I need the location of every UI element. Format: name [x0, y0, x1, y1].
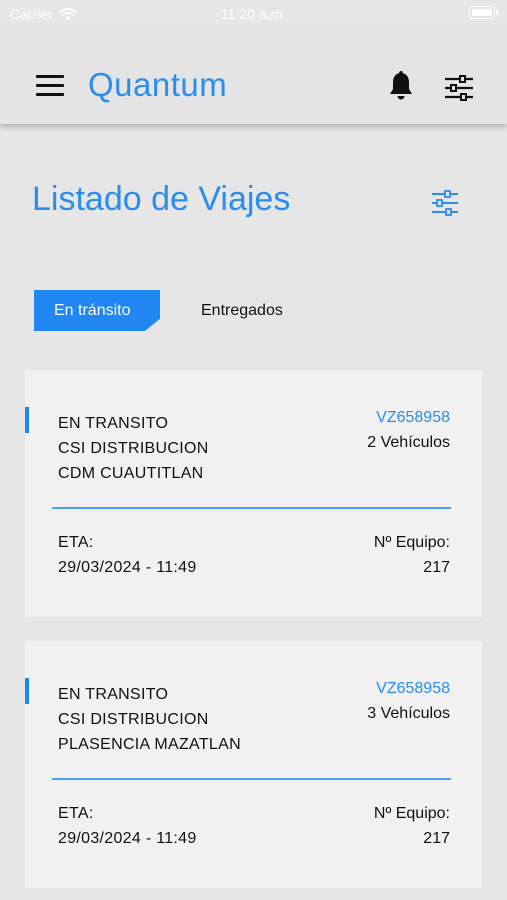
battery-icon — [469, 6, 498, 19]
card-divider — [52, 507, 451, 509]
trip-card[interactable]: EN TRANSITO CSI DISTRIBUCION CDM CUAUTIT… — [25, 370, 482, 617]
menu-button[interactable] — [36, 75, 66, 97]
card-status-marker — [25, 678, 29, 704]
trip-destination: PLASENCIA MAZATLAN — [58, 736, 241, 753]
eta-label: ETA: — [58, 534, 94, 551]
trip-origin: CSI DISTRIBUCION — [58, 440, 209, 457]
list-filter-button[interactable] — [429, 187, 461, 219]
equipment-label: Nº Equipo: — [373, 534, 450, 551]
trip-card[interactable]: EN TRANSITO CSI DISTRIBUCION PLASENCIA M… — [25, 641, 482, 888]
eta-value: 29/03/2024 - 11:49 — [58, 559, 197, 576]
trip-status: EN TRANSITO — [58, 415, 169, 432]
status-time: 11:20 a.m. — [220, 6, 287, 22]
sliders-icon — [445, 75, 473, 101]
tab-en-transito[interactable]: En tránsito — [34, 290, 160, 331]
equipment-value: 217 — [423, 830, 450, 847]
header-filter-button[interactable] — [443, 74, 475, 102]
card-divider — [52, 778, 451, 780]
hamburger-line — [36, 84, 64, 87]
trip-vehicles: 3 Vehículos — [367, 705, 450, 722]
trip-vehicles: 2 Vehículos — [367, 434, 450, 451]
bell-icon — [390, 71, 412, 100]
equipment-label: Nº Equipo: — [373, 805, 450, 822]
trip-status: EN TRANSITO — [58, 686, 169, 703]
app-logo: Quantum — [88, 66, 228, 103]
trip-origin: CSI DISTRIBUCION — [58, 711, 209, 728]
hamburger-menu-icon — [36, 75, 64, 78]
eta-value: 29/03/2024 - 11:49 — [58, 830, 197, 847]
app-header: Quantum — [0, 30, 507, 124]
trip-id: VZ658958 — [376, 680, 450, 697]
status-bar: Carrier 11:20 a.m. — [0, 0, 507, 30]
equipment-value: 217 — [423, 559, 450, 576]
page-title: Listado de Viajes — [32, 180, 291, 218]
hamburger-line — [36, 93, 64, 96]
trip-id: VZ658958 — [376, 409, 450, 426]
sliders-icon — [432, 190, 458, 216]
trip-destination: CDM CUAUTITLAN — [58, 465, 204, 482]
tab-entregados[interactable]: Entregados — [201, 290, 283, 331]
eta-label: ETA: — [58, 805, 94, 822]
notifications-button[interactable] — [386, 70, 416, 104]
card-status-marker — [25, 407, 29, 433]
